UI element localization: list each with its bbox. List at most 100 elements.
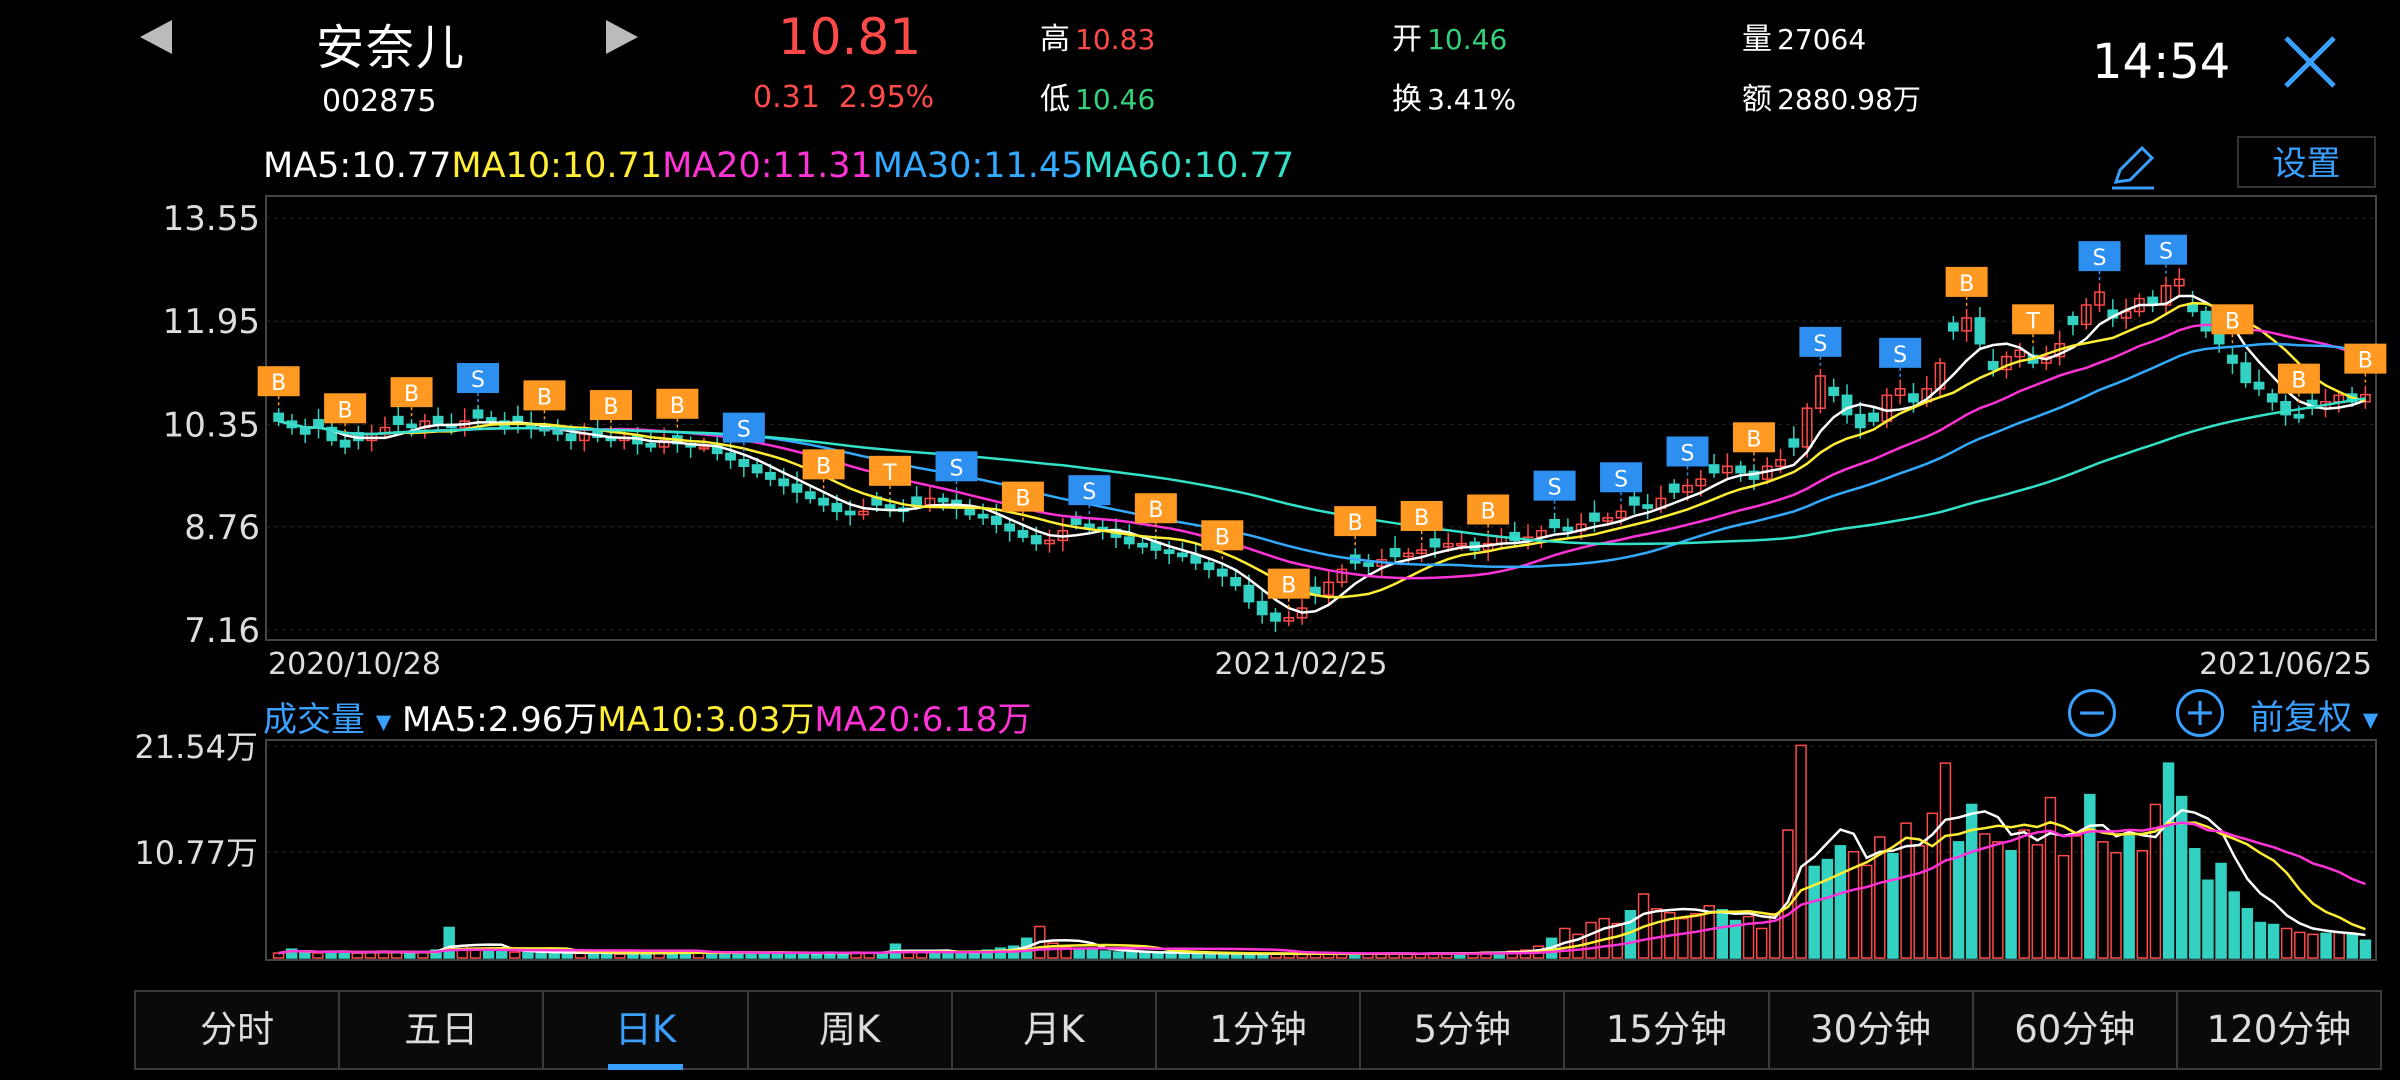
- tab-monthly-k[interactable]: 月K: [952, 992, 1157, 1070]
- trade-marker: S: [1666, 436, 1709, 479]
- kline-chart[interactable]: 13.55 11.95 10.35 8.76 7.162020/10/28 2021/02…: [0, 190, 2400, 680]
- trade-marker-label: T: [882, 461, 897, 486]
- candle: [1987, 361, 1999, 371]
- y-tick-label: 7.16: [184, 611, 260, 651]
- volume-chart[interactable]: 21.54万 10.77万: [0, 730, 2400, 970]
- ma10-legend: MA10:10.71: [451, 146, 663, 186]
- volume-bar: [522, 951, 534, 959]
- volume-bar: [1821, 858, 1834, 959]
- trade-marker-label: B: [1281, 574, 1296, 599]
- candle: [1642, 504, 1654, 509]
- candle: [472, 409, 484, 419]
- tab-1min[interactable]: 1分钟: [1156, 992, 1362, 1070]
- tab-30min[interactable]: 30分钟: [1769, 992, 1974, 1070]
- candle: [1137, 542, 1148, 548]
- trade-marker-label: B: [1148, 498, 1163, 523]
- volume-bar: [1690, 912, 1702, 959]
- next-stock-arrow-icon[interactable]: [606, 20, 638, 54]
- tab-15min[interactable]: 15分钟: [1565, 992, 1770, 1070]
- turnover-value: 3.41%: [1427, 83, 1517, 116]
- trade-marker: B: [523, 380, 566, 423]
- tab-intraday[interactable]: 分时: [136, 992, 341, 1070]
- tab-five-day[interactable]: 五日: [340, 992, 545, 1070]
- volume-y-tick-label: 21.54万: [134, 730, 258, 766]
- trade-marker-label: S: [1082, 480, 1096, 505]
- candle: [831, 502, 843, 513]
- candle: [1549, 518, 1560, 529]
- trade-marker-label: S: [1681, 441, 1695, 466]
- volume-ma20-line: [278, 821, 2366, 955]
- volume-bar: [1099, 950, 1112, 959]
- low-value: 10.46: [1075, 83, 1156, 116]
- trade-marker-label: B: [1746, 427, 1761, 452]
- trade-marker-label: B: [338, 398, 353, 423]
- volume-bar: [2241, 908, 2254, 959]
- candle: [406, 423, 417, 429]
- candle: [1708, 464, 1720, 474]
- trade-marker-label: S: [1548, 476, 1562, 501]
- tab-5min[interactable]: 5分钟: [1361, 992, 1566, 1070]
- volume-bar: [482, 949, 495, 959]
- trade-marker-label: B: [1959, 272, 1974, 297]
- amount-label: 额: [1742, 82, 1772, 117]
- period-tabs: 分时 五日 日K 周K 月K 1分钟 5分钟 15分钟 30分钟 60分钟 12…: [134, 990, 2383, 1070]
- y-tick-label: 13.55: [163, 199, 260, 239]
- trade-marker: S: [457, 362, 500, 405]
- volume-bar: [797, 953, 810, 959]
- candle: [937, 497, 949, 503]
- volume-bar: [2320, 932, 2332, 959]
- open-label: 开: [1392, 22, 1422, 57]
- volume-bar: [1860, 864, 1873, 959]
- volume-bar: [495, 950, 508, 959]
- volume-bar: [1125, 951, 1138, 959]
- candle: [392, 415, 404, 426]
- candle: [1230, 577, 1242, 587]
- volume-bar: [1716, 909, 1729, 959]
- trade-marker-label: S: [1614, 467, 1628, 492]
- volume-bar: [955, 952, 967, 959]
- candle: [1854, 413, 1866, 429]
- volume-bar: [561, 952, 574, 959]
- volume-bar: [2202, 879, 2214, 959]
- volume-bar: [2031, 844, 2044, 959]
- volume-bar: [1913, 845, 1925, 959]
- volume-bar: [2307, 933, 2319, 959]
- volume-bar: [1073, 948, 1085, 959]
- trade-marker-label: S: [2093, 246, 2107, 271]
- tab-120min[interactable]: 120分钟: [2177, 992, 2383, 1070]
- current-price: 10.81: [778, 8, 922, 66]
- candle: [1589, 512, 1600, 522]
- low-label: 低: [1040, 82, 1070, 117]
- candle: [2240, 362, 2252, 384]
- high-label: 高: [1040, 22, 1070, 57]
- volume-bar: [2280, 927, 2293, 959]
- volume-value: 27064: [1777, 23, 1867, 56]
- tab-60min[interactable]: 60分钟: [1973, 992, 2178, 1070]
- volume-bar: [1979, 833, 1991, 959]
- trade-marker: B: [1732, 422, 1775, 465]
- trade-marker-label: B: [670, 394, 685, 419]
- settings-button[interactable]: 设置: [2237, 136, 2376, 188]
- tab-weekly-k[interactable]: 周K: [748, 992, 953, 1070]
- volume-bar: [1900, 822, 1912, 959]
- close-icon[interactable]: [2282, 34, 2338, 90]
- candle: [1429, 538, 1441, 548]
- tab-daily-k[interactable]: 日K: [544, 992, 749, 1070]
- candle: [751, 464, 763, 474]
- candle: [1868, 412, 1879, 422]
- prev-stock-arrow-icon[interactable]: [140, 20, 172, 54]
- candle: [1788, 438, 1800, 448]
- clock: 14:54: [2092, 34, 2231, 90]
- volume-bar: [2110, 851, 2122, 959]
- candle: [1163, 549, 1175, 555]
- candle: [804, 491, 816, 500]
- chart-frame: [265, 195, 2377, 641]
- open-stat: 开 10.46: [1392, 14, 1507, 58]
- volume-bar: [2070, 835, 2083, 959]
- pencil-icon[interactable]: [2108, 142, 2158, 192]
- trade-marker: S: [1533, 470, 1576, 513]
- ma5-line: [278, 294, 2366, 614]
- trade-marker-label: B: [1481, 500, 1496, 525]
- candle: [1363, 562, 1374, 567]
- volume-bar: [2084, 793, 2096, 959]
